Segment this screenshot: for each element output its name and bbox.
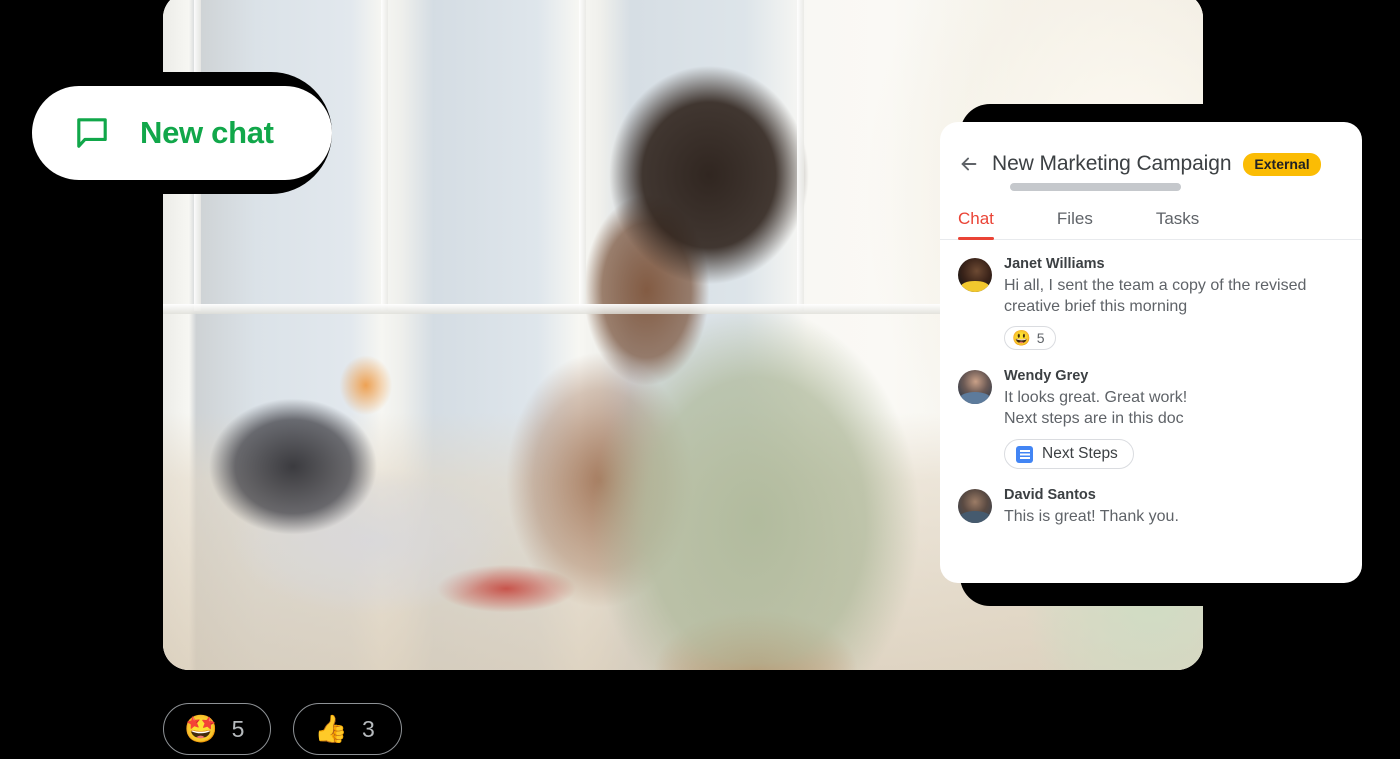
doc-attachment-chip[interactable]: Next Steps [1004, 439, 1134, 469]
new-chat-label: New chat [140, 115, 274, 150]
new-chat-button[interactable]: New chat [32, 86, 332, 180]
screenshot-stage: New Marketing Campaign External Chat Fil… [0, 0, 1400, 759]
message-item: Janet Williams Hi all, I sent the team a… [958, 256, 1344, 350]
chat-panel: New Marketing Campaign External Chat Fil… [940, 122, 1362, 583]
thumbs-up-emoji: 👍 [314, 713, 349, 744]
message-line: Hi all, I sent the team a copy of the re… [1004, 277, 1307, 294]
reaction-count: 3 [362, 715, 375, 742]
doc-attachment-label: Next Steps [1042, 445, 1118, 462]
message-text: This is great! Thank you. [1004, 506, 1344, 527]
message-line: It looks great. Great work! [1004, 389, 1188, 406]
star-struck-emoji: 🤩 [184, 713, 218, 744]
reaction-count: 5 [231, 715, 245, 742]
chat-title: New Marketing Campaign [992, 152, 1232, 175]
smiley-emoji: 😃 [1012, 329, 1031, 347]
tab-tasks[interactable]: Tasks [1156, 209, 1199, 239]
window-frame-bar [579, 0, 586, 311]
chat-bubble-icon [74, 115, 110, 151]
message-text: It looks great. Great work! Next steps a… [1004, 387, 1344, 429]
chat-panel-header: New Marketing Campaign External [940, 122, 1362, 191]
window-frame-bar [797, 0, 805, 311]
avatar [958, 489, 992, 523]
message-line: Next steps are in this doc [1004, 410, 1184, 427]
message-list: Janet Williams Hi all, I sent the team a… [940, 240, 1362, 527]
reaction-pill-thumbs-up[interactable]: 👍 3 [293, 703, 402, 755]
window-frame-bar [381, 0, 389, 311]
google-docs-icon [1016, 445, 1033, 463]
chat-tabs: Chat Files Tasks [940, 209, 1362, 240]
message-author: Wendy Grey [1004, 368, 1089, 384]
bottom-reaction-bar: 🤩 5 👍 3 [163, 703, 402, 755]
message-author: David Santos [1004, 487, 1096, 503]
avatar [958, 370, 992, 404]
avatar [958, 258, 992, 292]
message-text: Hi all, I sent the team a copy of the re… [1004, 275, 1344, 317]
message-reaction-pill[interactable]: 😃 5 [1004, 326, 1057, 350]
title-placeholder-bar [1010, 183, 1181, 191]
tab-files[interactable]: Files [1057, 209, 1093, 239]
message-line: creative brief this morning [1004, 298, 1188, 315]
message-author: Janet Williams [1004, 256, 1105, 272]
message-item: Wendy Grey It looks great. Great work! N… [958, 368, 1344, 469]
reaction-count: 5 [1036, 330, 1045, 346]
message-line: This is great! Thank you. [1004, 508, 1179, 525]
message-item: David Santos This is great! Thank you. [958, 487, 1344, 527]
reaction-pill-star-struck[interactable]: 🤩 5 [163, 703, 272, 755]
status-badge: External [1243, 152, 1321, 176]
back-arrow-icon[interactable] [958, 153, 980, 175]
tab-chat[interactable]: Chat [958, 209, 994, 240]
